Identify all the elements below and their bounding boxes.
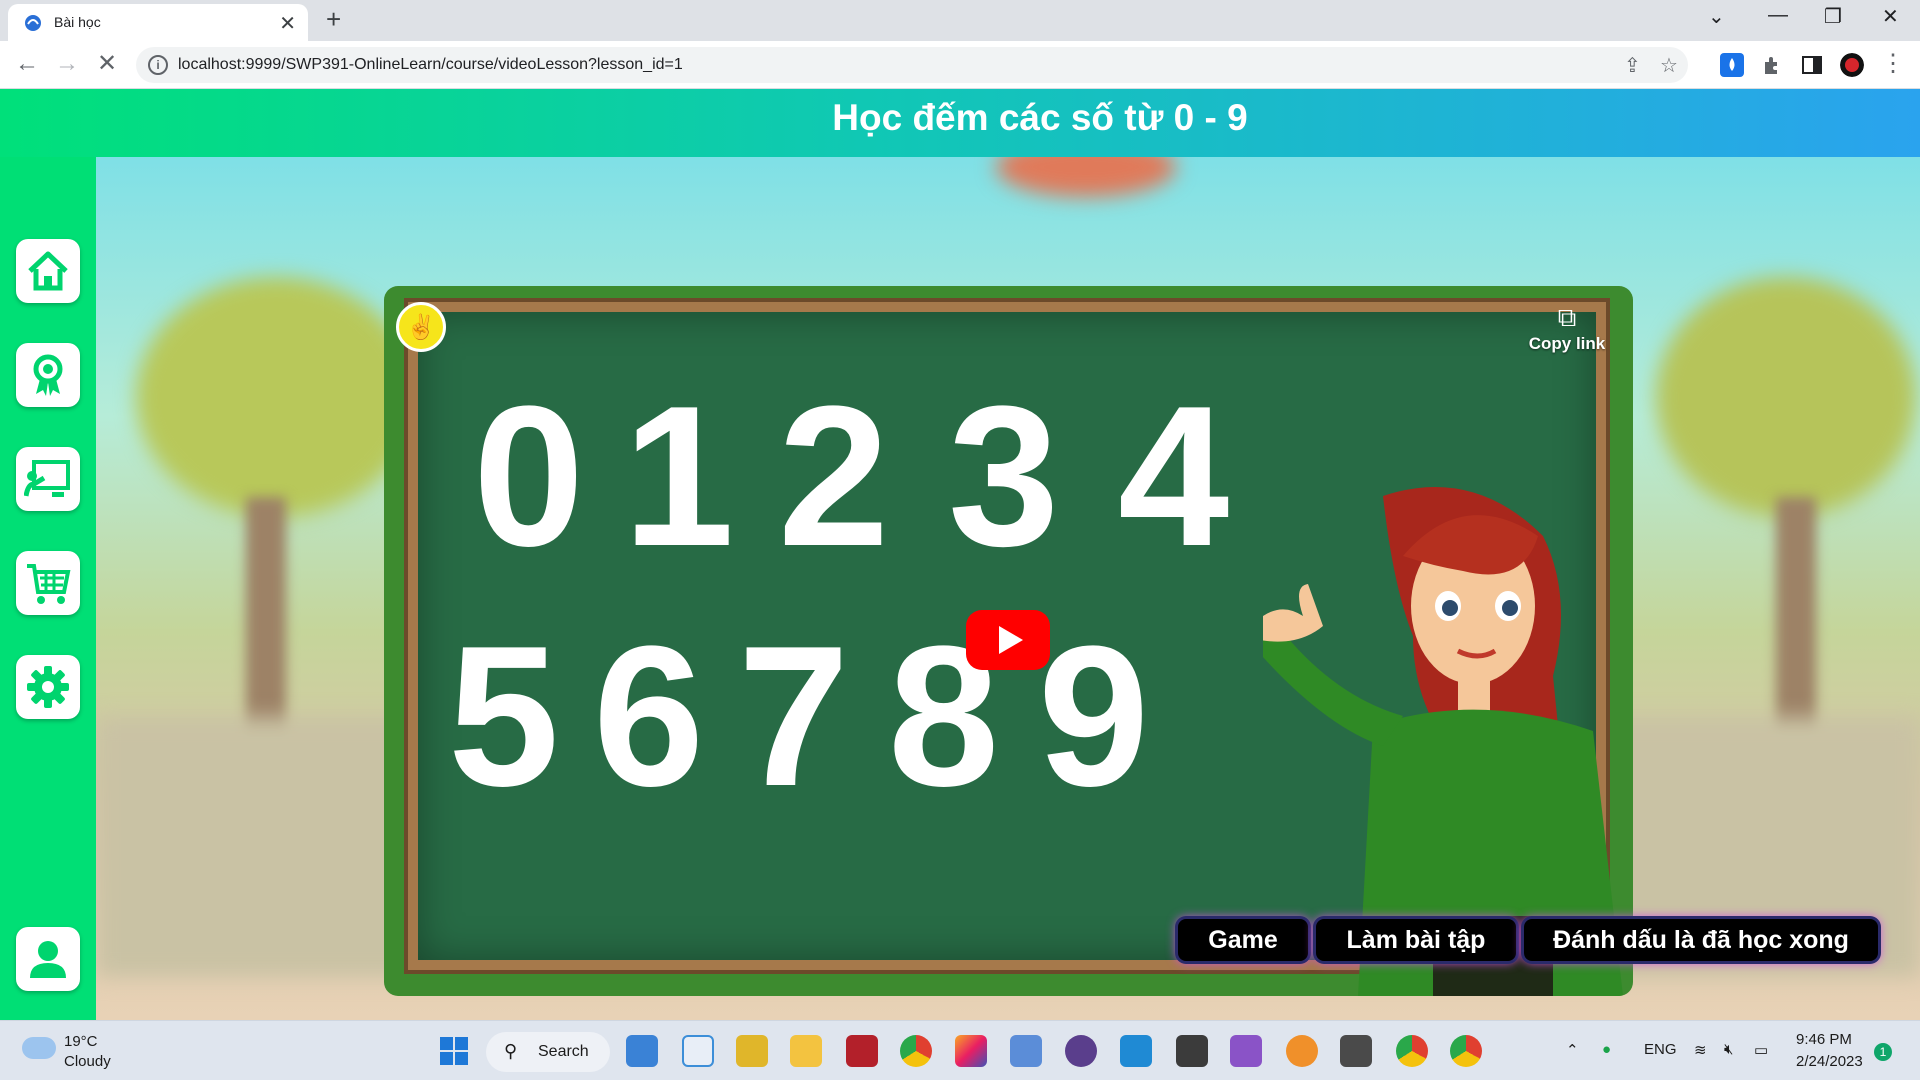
youtube-play-button[interactable] bbox=[966, 610, 1050, 670]
bookmark-star-icon[interactable]: ☆ bbox=[1660, 53, 1678, 78]
unity-icon[interactable] bbox=[1176, 1035, 1208, 1067]
copy-link-label: Copy link bbox=[1528, 334, 1606, 353]
clock-date[interactable]: 2/24/2023 bbox=[1796, 1053, 1863, 1070]
digit-label: 0 bbox=[473, 365, 585, 588]
extension-drop-icon[interactable] bbox=[1720, 53, 1744, 77]
digit-label: 9 bbox=[1038, 605, 1150, 828]
browser-tab[interactable]: Bài học ✕ bbox=[8, 4, 308, 41]
stop-loading-icon[interactable]: ✕ bbox=[92, 49, 122, 79]
channel-logo-icon[interactable]: ✌ bbox=[396, 302, 446, 352]
wifi-icon[interactable]: ≋ bbox=[1694, 1041, 1707, 1059]
side-panel-icon[interactable] bbox=[1800, 53, 1824, 77]
show-hidden-icons-chevron-icon[interactable]: ⌃ bbox=[1566, 1041, 1579, 1059]
presentation-board-icon bbox=[24, 460, 70, 497]
notification-badge[interactable]: 1 bbox=[1874, 1043, 1892, 1061]
background-roof bbox=[996, 157, 1176, 197]
browser-toolbar: ← → ✕ i localhost:9999/SWP391-OnlineLear… bbox=[0, 41, 1920, 89]
browser-tab-bar: Bài học ✕ + ⌄ — ❐ ✕ bbox=[0, 0, 1920, 41]
page-title: Học đếm các số từ 0 - 9 bbox=[832, 97, 1248, 138]
sidebar-item-achievements[interactable] bbox=[16, 343, 80, 407]
copy-icon: ⧉ bbox=[1557, 302, 1577, 332]
teacher-illustration bbox=[1263, 487, 1623, 996]
microphone-icon[interactable]: ● bbox=[1602, 1041, 1611, 1058]
tab-search-chevron-icon[interactable]: ⌄ bbox=[1708, 4, 1725, 29]
mark-complete-button[interactable]: Đánh dấu là đã học xong bbox=[1524, 919, 1878, 961]
search-label: Search bbox=[538, 1043, 589, 1060]
taskbar-search-button[interactable]: ⚲ Search bbox=[486, 1032, 610, 1072]
intellij-icon[interactable] bbox=[955, 1035, 987, 1067]
gear-icon bbox=[27, 666, 69, 708]
sidebar-item-home[interactable] bbox=[16, 239, 80, 303]
back-arrow-icon[interactable]: ← bbox=[12, 49, 42, 79]
digit-label: 6 bbox=[593, 605, 705, 828]
new-tab-button[interactable]: + bbox=[326, 4, 341, 35]
unity-hub-icon[interactable] bbox=[1340, 1035, 1372, 1067]
vscode-icon[interactable] bbox=[1120, 1035, 1152, 1067]
digit-label: 3 bbox=[948, 365, 1060, 588]
lesson-header: Học đếm các số từ 0 - 9 bbox=[0, 89, 1920, 157]
profile-avatar[interactable] bbox=[1840, 53, 1864, 77]
cloudy-weather-icon[interactable] bbox=[22, 1037, 56, 1059]
github-icon[interactable] bbox=[1065, 1035, 1097, 1067]
volume-muted-icon[interactable]: 🔇︎ bbox=[1724, 1041, 1733, 1058]
background-tree bbox=[136, 277, 416, 517]
copy-link-button[interactable]: ⧉ Copy link bbox=[1527, 302, 1607, 354]
award-ribbon-icon bbox=[33, 354, 63, 396]
extensions-puzzle-icon[interactable] bbox=[1760, 53, 1784, 77]
video-player[interactable]: 0 1 2 3 4 5 6 7 8 9 ✌ ⧉ Copy link bbox=[384, 286, 1633, 996]
sidebar-item-cart[interactable] bbox=[16, 551, 80, 615]
chrome-icon[interactable] bbox=[900, 1035, 932, 1067]
digit-label: 7 bbox=[738, 605, 850, 828]
language-indicator[interactable]: ENG bbox=[1644, 1041, 1677, 1058]
clock-time[interactable]: 9:46 PM bbox=[1796, 1031, 1852, 1048]
weather-temperature[interactable]: 19°C bbox=[64, 1033, 98, 1050]
forward-arrow-icon[interactable]: → bbox=[52, 49, 82, 79]
tab-close-icon[interactable]: ✕ bbox=[279, 11, 296, 36]
digit-label: 1 bbox=[623, 365, 735, 588]
site-favicon-icon bbox=[25, 15, 41, 31]
windows-start-icon[interactable] bbox=[438, 1035, 470, 1067]
share-icon[interactable]: ⇪ bbox=[1624, 53, 1641, 78]
exercise-button[interactable]: Làm bài tập bbox=[1316, 919, 1516, 961]
sidebar-item-profile[interactable] bbox=[16, 927, 80, 991]
microsoft-store-icon[interactable] bbox=[626, 1035, 658, 1067]
app-box-icon[interactable] bbox=[1010, 1035, 1042, 1067]
url-text[interactable]: localhost:9999/SWP391-OnlineLearn/course… bbox=[178, 56, 683, 74]
chrome-menu-icon[interactable]: ⋮ bbox=[1878, 49, 1908, 79]
digit-label: 4 bbox=[1118, 365, 1230, 588]
sidebar-item-settings[interactable] bbox=[16, 655, 80, 719]
site-info-icon[interactable]: i bbox=[148, 55, 168, 75]
user-icon bbox=[30, 941, 66, 978]
file-explorer-icon[interactable] bbox=[790, 1035, 822, 1067]
battery-icon[interactable]: ▭ bbox=[1754, 1041, 1768, 1059]
background-tree bbox=[1656, 277, 1916, 517]
address-bar[interactable]: i localhost:9999/SWP391-OnlineLearn/cour… bbox=[136, 47, 1688, 83]
digit-label: 2 bbox=[778, 365, 890, 588]
digit-label: 5 bbox=[448, 605, 560, 828]
tab-title: Bài học bbox=[54, 14, 101, 30]
shopping-cart-icon bbox=[27, 564, 71, 604]
minimize-button[interactable]: — bbox=[1768, 4, 1788, 27]
restore-button[interactable]: ❐ bbox=[1824, 4, 1842, 29]
snipping-tool-icon[interactable] bbox=[736, 1035, 768, 1067]
chrome-profile-icon[interactable] bbox=[1450, 1035, 1482, 1067]
game-button[interactable]: Game bbox=[1178, 919, 1308, 961]
blender-icon[interactable] bbox=[1286, 1035, 1318, 1067]
search-icon: ⚲ bbox=[504, 1041, 518, 1061]
lesson-page: Học đếm các số từ 0 - 9 0 1 2 3 4 5 6 7 … bbox=[0, 89, 1920, 1020]
recycle-bin-icon[interactable] bbox=[682, 1035, 714, 1067]
close-window-button[interactable]: ✕ bbox=[1882, 4, 1899, 29]
sidebar bbox=[0, 157, 96, 1020]
app-red-icon[interactable] bbox=[846, 1035, 878, 1067]
background-trunk bbox=[1776, 497, 1816, 737]
chrome-active-icon[interactable] bbox=[1396, 1035, 1428, 1067]
home-icon bbox=[28, 251, 68, 291]
windows-taskbar: 19°C Cloudy ⚲ Search ⌃ ● ENG ≋ 🔇︎ ▭ 9:46… bbox=[0, 1020, 1920, 1080]
weather-description[interactable]: Cloudy bbox=[64, 1053, 111, 1070]
sidebar-item-classroom[interactable] bbox=[16, 447, 80, 511]
visual-studio-icon[interactable] bbox=[1230, 1035, 1262, 1067]
